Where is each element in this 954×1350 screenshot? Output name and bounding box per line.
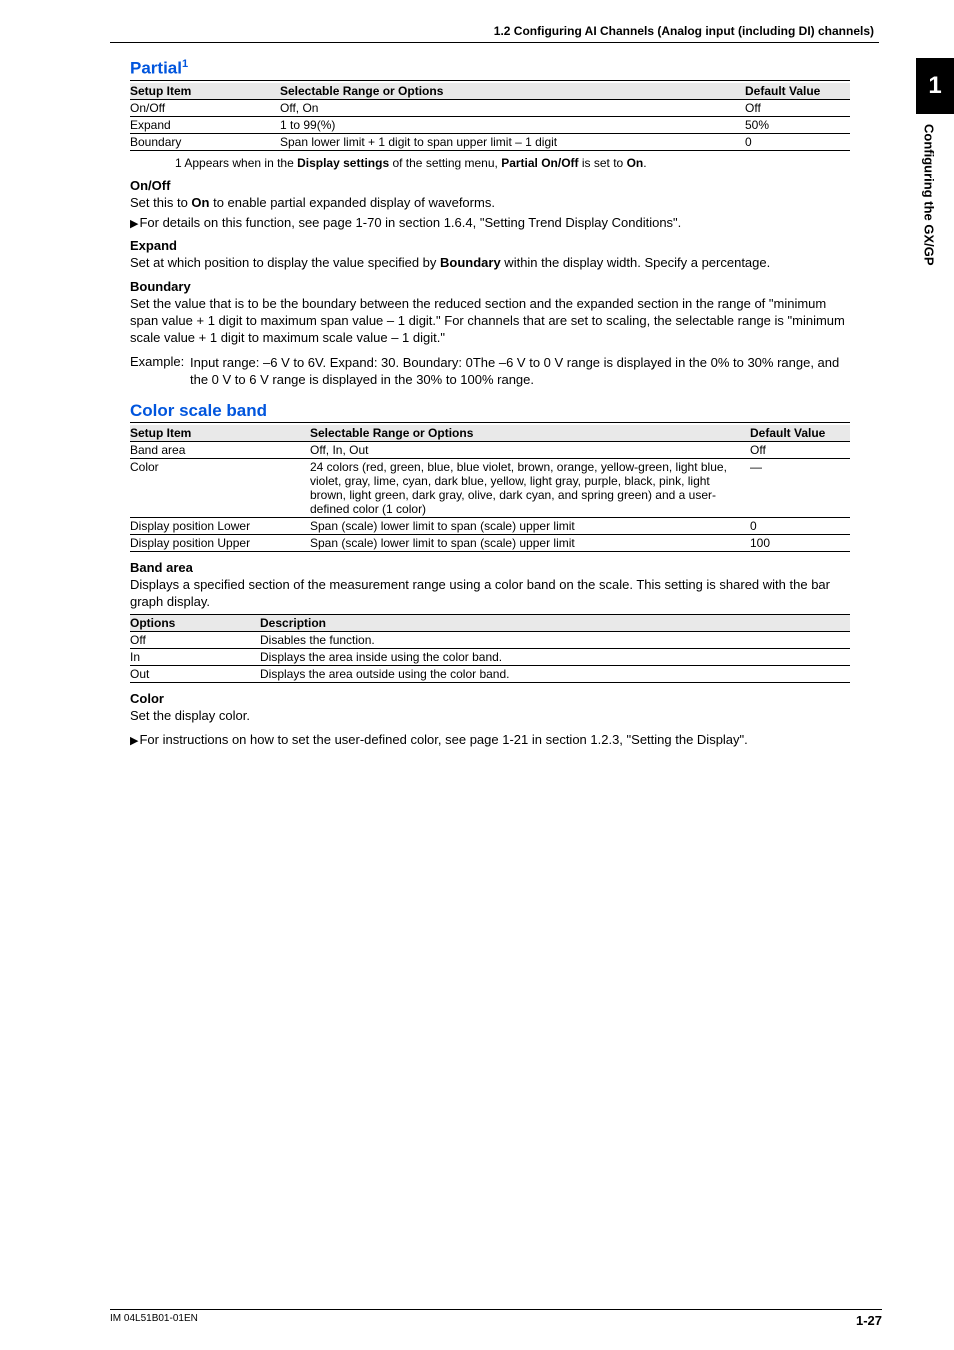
- heading-expand: Expand: [130, 238, 850, 253]
- cell-default: 0: [750, 517, 850, 534]
- cell-range: Off, In, Out: [310, 441, 750, 458]
- xref-text: For instructions on how to set the user-…: [139, 732, 747, 747]
- para-band-area: Displays a specified section of the meas…: [130, 577, 850, 611]
- th-range: Selectable Range or Options: [280, 83, 745, 100]
- cell-item: On/Off: [130, 99, 280, 116]
- table-row: Off Disables the function.: [130, 631, 850, 648]
- para-boundary: Set the value that is to be the boundary…: [130, 296, 850, 347]
- footnote-text: .: [643, 156, 646, 170]
- xref-text: For details on this function, see page 1…: [139, 215, 681, 230]
- text: Set at which position to display the val…: [130, 255, 440, 270]
- cell-option: Out: [130, 665, 260, 682]
- cell-description: Disables the function.: [260, 631, 850, 648]
- example-body: Input range: –6 V to 6V. Expand: 30. Bou…: [190, 354, 850, 389]
- table-header-row: Setup Item Selectable Range or Options D…: [130, 83, 850, 100]
- example-label: Example:: [130, 354, 184, 369]
- cell-option: Off: [130, 631, 260, 648]
- cell-item: Band area: [130, 441, 310, 458]
- th-default: Default Value: [750, 425, 850, 442]
- table-row: Expand 1 to 99(%) 50%: [130, 116, 850, 133]
- heading-onoff: On/Off: [130, 178, 850, 193]
- cell-item: Color: [130, 458, 310, 517]
- text-bold: Boundary: [440, 255, 501, 270]
- table-row: On/Off Off, On Off: [130, 99, 850, 116]
- header-rule: [110, 42, 879, 43]
- example-boundary: Example: Input range: –6 V to 6V. Expand…: [130, 353, 850, 389]
- para-onoff: Set this to On to enable partial expande…: [130, 195, 850, 212]
- heading-color-scale-band: Color scale band: [130, 401, 850, 423]
- footnote-partial: 1 Appears when in the Display settings o…: [175, 156, 850, 170]
- cell-item: Boundary: [130, 133, 280, 150]
- running-header: 1.2 Configuring AI Channels (Analog inpu…: [494, 24, 874, 38]
- table-row: Color 24 colors (red, green, blue, blue …: [130, 458, 850, 517]
- th-setup-item: Setup Item: [130, 425, 310, 442]
- cell-range: Off, On: [280, 99, 745, 116]
- cell-default: —: [750, 458, 850, 517]
- cell-range: Span (scale) lower limit to span (scale)…: [310, 517, 750, 534]
- th-range: Selectable Range or Options: [310, 425, 750, 442]
- cell-item: Display position Lower: [130, 517, 310, 534]
- xref-onoff: For details on this function, see page 1…: [130, 215, 850, 230]
- cell-range: 1 to 99(%): [280, 116, 745, 133]
- table-partial: Setup Item Selectable Range or Options D…: [130, 83, 850, 151]
- table-row: Band area Off, In, Out Off: [130, 441, 850, 458]
- heading-boundary: Boundary: [130, 279, 850, 294]
- xref-color: For instructions on how to set the user-…: [130, 732, 850, 747]
- text: Set this to: [130, 195, 191, 210]
- chapter-number-tab: 1: [916, 58, 954, 114]
- th-setup-item: Setup Item: [130, 83, 280, 100]
- th-options: Options: [130, 614, 260, 631]
- heading-band-area: Band area: [130, 560, 850, 575]
- th-description: Description: [260, 614, 850, 631]
- th-default: Default Value: [745, 83, 850, 100]
- table-header-row: Options Description: [130, 614, 850, 631]
- heading-partial-sup: 1: [182, 58, 188, 70]
- cell-range: Span (scale) lower limit to span (scale)…: [310, 534, 750, 551]
- cell-default: 100: [750, 534, 850, 551]
- table-row: Boundary Span lower limit + 1 digit to s…: [130, 133, 850, 150]
- cell-default: Off: [745, 99, 850, 116]
- footnote-text: 1 Appears when in the: [175, 156, 297, 170]
- heading-partial-text: Partial: [130, 59, 182, 78]
- table-color-scale-band: Setup Item Selectable Range or Options D…: [130, 425, 850, 552]
- cell-range: 24 colors (red, green, blue, blue violet…: [310, 458, 750, 517]
- cell-description: Displays the area inside using the color…: [260, 648, 850, 665]
- table-row: Display position Upper Span (scale) lowe…: [130, 534, 850, 551]
- footer: IM 04L51B01-01EN 1-27: [110, 1309, 882, 1328]
- cell-item: Expand: [130, 116, 280, 133]
- para-color: Set the display color.: [130, 708, 850, 725]
- side-tab: 1 Configuring the GX/GP: [916, 58, 954, 266]
- footnote-bold: Display settings: [297, 156, 389, 170]
- cell-option: In: [130, 648, 260, 665]
- cell-default: 50%: [745, 116, 850, 133]
- table-row: Display position Lower Span (scale) lowe…: [130, 517, 850, 534]
- cell-default: Off: [750, 441, 850, 458]
- heading-partial: Partial1: [130, 58, 850, 81]
- table-row: Out Displays the area outside using the …: [130, 665, 850, 682]
- table-header-row: Setup Item Selectable Range or Options D…: [130, 425, 850, 442]
- cell-description: Displays the area outside using the colo…: [260, 665, 850, 682]
- table-band-area-options: Options Description Off Disables the fun…: [130, 614, 850, 683]
- heading-color: Color: [130, 691, 850, 706]
- cell-item: Display position Upper: [130, 534, 310, 551]
- text: within the display width. Specify a perc…: [501, 255, 771, 270]
- text-bold: On: [191, 195, 209, 210]
- footer-doc-id: IM 04L51B01-01EN: [110, 1313, 198, 1324]
- table-row: In Displays the area inside using the co…: [130, 648, 850, 665]
- footnote-text: is set to: [579, 156, 627, 170]
- footnote-bold: Partial On/Off: [501, 156, 578, 170]
- footnote-text: of the setting menu,: [389, 156, 501, 170]
- text: to enable partial expanded display of wa…: [209, 195, 494, 210]
- chapter-title-vertical: Configuring the GX/GP: [922, 114, 949, 266]
- para-expand: Set at which position to display the val…: [130, 255, 850, 272]
- footer-page-number: 1-27: [856, 1313, 882, 1328]
- cell-range: Span lower limit + 1 digit to span upper…: [280, 133, 745, 150]
- cell-default: 0: [745, 133, 850, 150]
- footnote-bold: On: [627, 156, 644, 170]
